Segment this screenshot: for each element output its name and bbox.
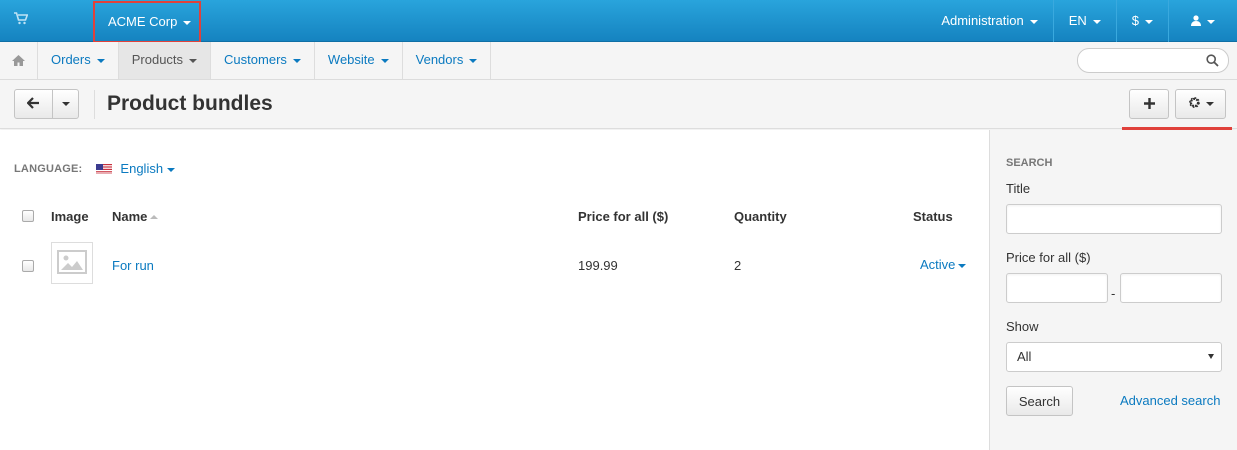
chevron-down-icon bbox=[469, 58, 478, 63]
user-icon bbox=[1191, 13, 1201, 28]
price-to-input[interactable] bbox=[1120, 273, 1222, 303]
product-quantity: 2 bbox=[734, 258, 742, 273]
status-dropdown[interactable]: Active bbox=[920, 257, 967, 272]
chevron-down-icon bbox=[292, 58, 301, 63]
nav-customers[interactable]: Customers bbox=[211, 42, 315, 79]
language-menu-label: EN bbox=[1068, 13, 1087, 28]
cart-icon[interactable] bbox=[14, 12, 30, 28]
history-dropdown-button[interactable] bbox=[52, 89, 79, 119]
nav-customers-label: Customers bbox=[224, 52, 287, 67]
column-header-name-label: Name bbox=[112, 209, 148, 224]
chevron-down-icon bbox=[1207, 19, 1215, 24]
nav-vendors-label: Vendors bbox=[415, 52, 464, 67]
gear-icon bbox=[1188, 96, 1201, 112]
price-label: Price for all ($) bbox=[1006, 250, 1091, 265]
image-placeholder-icon bbox=[57, 249, 87, 277]
nav-products[interactable]: Products bbox=[118, 42, 212, 79]
us-flag-icon bbox=[96, 163, 113, 174]
column-header-name[interactable]: Name bbox=[112, 209, 159, 224]
chevron-down-icon bbox=[1208, 354, 1214, 359]
price-from-input[interactable] bbox=[1006, 273, 1108, 303]
global-search-input[interactable] bbox=[1088, 49, 1208, 72]
chevron-down-icon bbox=[1205, 102, 1214, 106]
column-header-quantity: Quantity bbox=[734, 209, 787, 224]
home-icon[interactable] bbox=[0, 42, 38, 79]
chevron-down-icon bbox=[183, 20, 192, 25]
nav-vendors[interactable]: Vendors bbox=[403, 42, 492, 79]
column-header-image: Image bbox=[51, 209, 89, 224]
sidebar-heading: SEARCH bbox=[1006, 157, 1053, 169]
currency-menu[interactable]: $ bbox=[1115, 0, 1168, 42]
search-button[interactable]: Search bbox=[1006, 386, 1073, 416]
language-value: English bbox=[120, 161, 164, 176]
chevron-down-icon bbox=[1145, 19, 1153, 24]
show-select-value: All bbox=[1017, 349, 1032, 364]
title-input[interactable] bbox=[1006, 204, 1222, 234]
product-name-link[interactable]: For run bbox=[112, 258, 154, 273]
show-label: Show bbox=[1006, 319, 1039, 334]
nav-products-label: Products bbox=[131, 52, 184, 67]
user-menu[interactable] bbox=[1168, 0, 1237, 42]
main-nav: Orders Products Customers Website Vendor… bbox=[0, 42, 1237, 80]
search-sidebar: SEARCH Title Price for all ($) - Show Al… bbox=[989, 130, 1237, 450]
chevron-down-icon bbox=[1029, 19, 1038, 24]
store-selector-label: ACME Corp bbox=[108, 14, 178, 29]
chevron-down-icon bbox=[189, 58, 198, 63]
store-selector[interactable]: ACME Corp bbox=[93, 1, 201, 43]
chevron-down-icon bbox=[958, 263, 967, 268]
chevron-down-icon bbox=[96, 58, 105, 63]
language-label: LANGUAGE: bbox=[14, 162, 83, 175]
search-button-label: Search bbox=[1018, 393, 1061, 409]
add-bundle-button[interactable] bbox=[1129, 89, 1169, 119]
search-icon[interactable] bbox=[1206, 54, 1219, 70]
currency-menu-label: $ bbox=[1131, 13, 1139, 28]
nav-orders-label: Orders bbox=[51, 52, 91, 67]
divider bbox=[94, 90, 95, 119]
advanced-search-link[interactable]: Advanced search bbox=[1120, 393, 1220, 408]
nav-website[interactable]: Website bbox=[315, 42, 403, 79]
page-header: Product bundles bbox=[0, 80, 1237, 129]
nav-website-label: Website bbox=[327, 52, 375, 67]
column-header-price: Price for all ($) bbox=[578, 209, 669, 224]
show-select[interactable]: All bbox=[1006, 342, 1222, 372]
sort-ascending-icon bbox=[150, 215, 159, 219]
title-label: Title bbox=[1006, 181, 1031, 196]
settings-dropdown-button[interactable] bbox=[1175, 89, 1226, 119]
column-header-status: Status bbox=[913, 209, 953, 224]
page-title: Product bundles bbox=[107, 92, 273, 115]
language-dropdown[interactable]: English bbox=[120, 161, 176, 176]
global-search bbox=[1077, 48, 1229, 73]
language-selector-row: LANGUAGE: English bbox=[14, 161, 176, 176]
status-value: Active bbox=[920, 257, 956, 272]
main-content: LANGUAGE: English Image Name Price for a… bbox=[0, 130, 989, 450]
product-price: 199.99 bbox=[578, 258, 618, 273]
administration-menu[interactable]: Administration bbox=[926, 0, 1052, 42]
chevron-down-icon bbox=[1092, 19, 1101, 24]
top-bar: ACME Corp Administration EN $ bbox=[0, 0, 1237, 43]
nav-orders[interactable]: Orders bbox=[38, 42, 119, 79]
product-thumbnail[interactable] bbox=[51, 242, 93, 284]
chevron-down-icon bbox=[61, 102, 70, 106]
chevron-down-icon bbox=[167, 167, 176, 172]
chevron-down-icon bbox=[380, 58, 389, 63]
price-range-separator: - bbox=[1111, 286, 1116, 301]
plus-icon bbox=[1143, 97, 1155, 112]
select-all-checkbox[interactable] bbox=[22, 210, 34, 222]
row-checkbox[interactable] bbox=[22, 260, 34, 272]
administration-label: Administration bbox=[941, 13, 1024, 28]
back-button[interactable] bbox=[14, 89, 53, 119]
language-menu[interactable]: EN bbox=[1052, 0, 1116, 42]
arrow-left-icon bbox=[26, 96, 40, 112]
